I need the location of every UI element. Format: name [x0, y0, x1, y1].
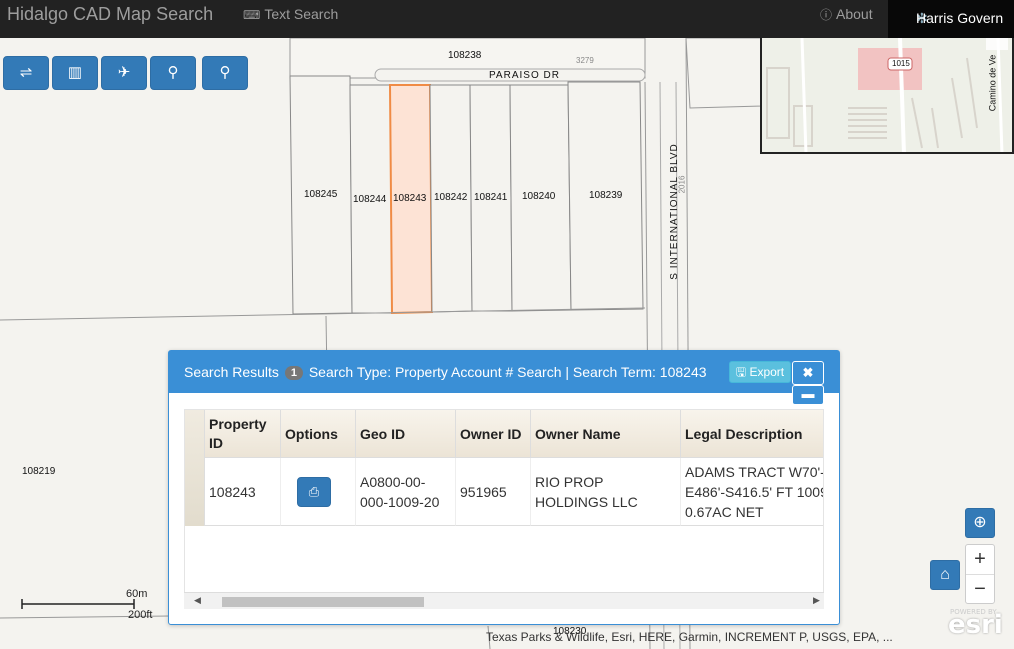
- search-results-panel: Search Results 1 Search Type: Property A…: [168, 350, 840, 625]
- nav-text-search[interactable]: ⌨ Text Search: [243, 5, 338, 24]
- cell-geo-id[interactable]: A0800-00-000-1009-20: [356, 458, 456, 526]
- address-label: 2016: [677, 175, 687, 194]
- home-icon: ⌂: [940, 566, 950, 583]
- marker-button[interactable]: ⚲: [150, 56, 196, 90]
- results-count-badge: 1: [284, 366, 303, 380]
- street-label-paraiso: PARAISO DR: [489, 70, 560, 81]
- nav-harris[interactable]: ✻ Harris Govern: [888, 0, 1014, 38]
- cell-owner-id[interactable]: 951965: [456, 458, 531, 526]
- keyboard-icon: ⌨: [243, 8, 261, 22]
- zoom-control: + −: [965, 544, 995, 604]
- overview-canvas: [762, 38, 1012, 152]
- info-circle-icon: ⓘ: [820, 8, 833, 22]
- scale-metric: 60m: [126, 588, 148, 600]
- scroll-left-icon[interactable]: ◀: [194, 595, 201, 606]
- navbar: Hidalgo CAD Map Search ⌨ Text Search ⓘ Abo…: [0, 0, 1014, 38]
- parcel-label: 108239: [589, 190, 623, 201]
- parcel-label: 108219: [22, 466, 56, 477]
- parcel-label: 108241: [474, 192, 508, 203]
- cell-legal-description[interactable]: ADAMS TRACT W70'-E486'-S416.5' FT 1009 0…: [681, 458, 823, 526]
- parcel-label: 108240: [522, 191, 556, 202]
- overview-street-label: Camino de Ve: [987, 54, 998, 112]
- crosshair-icon: ⊕: [973, 514, 987, 531]
- esri-logo[interactable]: POWERED BY esri: [948, 608, 1003, 640]
- scroll-right-icon[interactable]: ▶: [813, 595, 820, 606]
- parcel-label: 108238: [448, 50, 482, 61]
- home-button[interactable]: ⌂: [930, 560, 960, 590]
- search-info: Search Type: Property Account # Search |…: [308, 364, 707, 380]
- col-header-options[interactable]: Options: [281, 410, 356, 458]
- nav-text-search-label: Text Search: [264, 6, 339, 22]
- print-icon: ⎙: [308, 483, 320, 499]
- locate-button[interactable]: ⊕: [965, 508, 995, 538]
- print-button[interactable]: ⎙: [297, 476, 331, 507]
- minimize-button[interactable]: ▬: [792, 385, 824, 405]
- results-grid: Property ID Options Geo ID Owner ID Owne…: [184, 409, 824, 609]
- map-attribution: Texas Parks & Wildlife, Esri, HERE, Garm…: [486, 630, 893, 644]
- horizontal-scrollbar[interactable]: ◀ ▶: [184, 592, 824, 609]
- parcel-label: 108245: [304, 189, 338, 200]
- esri-powered-by: POWERED BY: [950, 608, 997, 616]
- scale-imperial: 200ft: [128, 609, 153, 621]
- close-icon: ✖: [802, 365, 814, 380]
- parcel-label: 108244: [353, 194, 387, 205]
- nav-about[interactable]: ⓘ About: [820, 5, 873, 24]
- zoom-out-button[interactable]: −: [966, 574, 994, 603]
- cell-options: ⎙: [281, 458, 356, 526]
- col-header-property-id[interactable]: Property ID: [205, 410, 281, 458]
- search-icon: ⚲: [219, 64, 231, 81]
- brand-title[interactable]: Hidalgo CAD Map Search: [7, 3, 213, 25]
- map-icon: ▥: [67, 64, 83, 81]
- nav-harris-label: Harris Govern: [916, 10, 1004, 26]
- cell-owner-name[interactable]: RIO PROP HOLDINGS LLC: [531, 458, 681, 526]
- scrollbar-thumb[interactable]: [222, 597, 424, 607]
- export-label: Export: [749, 365, 785, 379]
- parcel-label: 108242: [434, 192, 468, 203]
- layers-icon: ⇌: [19, 64, 33, 81]
- layers-button[interactable]: ⇌: [3, 56, 49, 90]
- results-title: Search Results: [184, 364, 279, 380]
- address-label: 3279: [576, 56, 594, 65]
- close-button[interactable]: ✖: [792, 361, 824, 385]
- col-header-owner-id[interactable]: Owner ID: [456, 410, 531, 458]
- overview-map[interactable]: 1015 Camino de Ve: [760, 38, 1014, 154]
- col-header-geo-id[interactable]: Geo ID: [356, 410, 456, 458]
- search-button[interactable]: ⚲: [202, 56, 248, 90]
- minus-icon: ▬: [801, 386, 815, 401]
- scalebar-graphic: [21, 599, 135, 609]
- cell-property-id[interactable]: 108243: [205, 458, 281, 526]
- parcel-label-selected[interactable]: 108243: [393, 193, 426, 204]
- col-header-owner-name[interactable]: Owner Name: [531, 410, 681, 458]
- aerial-button[interactable]: ✈: [101, 56, 147, 90]
- col-header-legal-description[interactable]: Legal Description: [681, 410, 823, 458]
- map-marker-icon: ⚲: [167, 64, 179, 81]
- nav-about-label: About: [836, 6, 873, 22]
- panel-title: Search Results 1 Search Type: Property A…: [184, 364, 707, 380]
- row-gutter[interactable]: [185, 410, 205, 526]
- road-shield-label: 1015: [892, 59, 910, 68]
- export-button[interactable]: 🖫 Export: [729, 361, 791, 383]
- save-icon: 🖫: [735, 365, 747, 379]
- street-label-international: S INTERNATIONAL BLVD: [668, 143, 680, 280]
- zoom-in-button[interactable]: +: [966, 545, 994, 574]
- plane-icon: ✈: [117, 64, 131, 81]
- basemap-button[interactable]: ▥: [52, 56, 98, 90]
- panel-header: Search Results 1 Search Type: Property A…: [169, 351, 839, 393]
